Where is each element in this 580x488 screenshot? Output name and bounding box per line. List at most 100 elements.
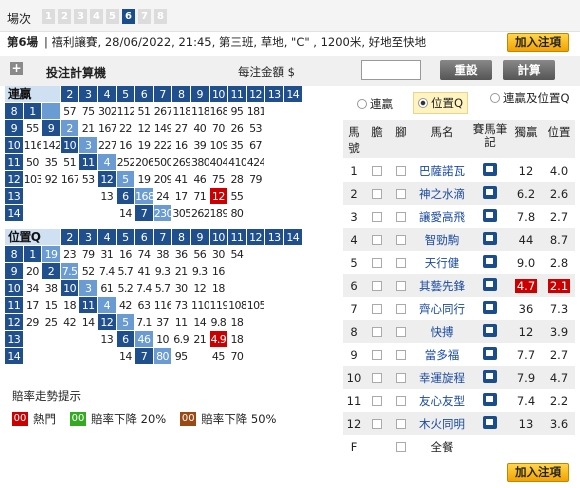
odds-cell[interactable]: 52 — [79, 263, 98, 280]
runner-name[interactable]: 快搏 — [413, 324, 471, 340]
odds-cell[interactable]: 20 — [23, 263, 43, 280]
pool-option-place-q[interactable]: 位置Q — [413, 92, 469, 114]
odds-cell[interactable]: 12 — [190, 280, 210, 297]
odds-cell[interactable]: 95 — [228, 103, 247, 120]
odds-cell[interactable]: 5.7 — [116, 263, 136, 280]
odds-cell[interactable]: 41 — [135, 263, 154, 280]
banker-checkbox[interactable] — [372, 395, 382, 406]
runner-name[interactable]: 天行健 — [413, 255, 471, 271]
odds-cell[interactable]: 108 — [228, 297, 247, 314]
odds-cell[interactable]: 142 — [42, 137, 61, 154]
odds-cell[interactable]: 16 — [209, 263, 229, 280]
runner-name[interactable]: 齊心同行 — [413, 301, 471, 317]
form-book-icon[interactable] — [483, 300, 497, 314]
banker-checkbox[interactable] — [372, 280, 382, 291]
odds-cell[interactable]: 11 — [172, 314, 191, 331]
odds-cell[interactable]: 16 — [116, 246, 136, 263]
form-book-icon[interactable] — [483, 415, 497, 429]
odds-cell[interactable]: 45 — [209, 348, 229, 365]
odds-cell[interactable]: 149 — [153, 120, 173, 137]
leg-checkbox[interactable] — [396, 188, 406, 199]
odds-cell[interactable]: 30 — [172, 280, 191, 297]
odds-cell[interactable]: 118 — [172, 103, 191, 120]
odds-cell[interactable]: 40 — [190, 120, 210, 137]
odds-cell[interactable]: 18 — [228, 331, 247, 348]
race-tab-6[interactable]: 6 — [122, 9, 135, 24]
odds-cell[interactable]: 10 — [153, 331, 173, 348]
odds-cell[interactable]: 79 — [246, 171, 266, 188]
leg-checkbox[interactable] — [396, 165, 406, 176]
banker-checkbox[interactable] — [372, 372, 382, 383]
odds-cell[interactable]: 18 — [60, 297, 80, 314]
odds-cell[interactable]: 380 — [190, 154, 210, 171]
odds-cell[interactable]: 42 — [60, 314, 80, 331]
odds-cell[interactable]: 13 — [97, 188, 117, 205]
odds-cell[interactable]: 75 — [209, 171, 229, 188]
runner-name[interactable]: 巴薩諾瓦 — [413, 163, 471, 179]
odds-cell[interactable]: 35 — [228, 137, 247, 154]
odds-cell[interactable]: 209 — [153, 171, 173, 188]
odds-cell[interactable]: 55 — [23, 120, 43, 137]
odds-cell[interactable]: 30 — [209, 246, 229, 263]
odds-cell[interactable]: 35 — [42, 154, 61, 171]
odds-cell[interactable]: 118 — [190, 103, 210, 120]
odds-cell[interactable]: 424 — [246, 154, 266, 171]
odds-cell[interactable]: 19 — [135, 137, 154, 154]
race-tab-4[interactable]: 4 — [90, 9, 103, 24]
runner-name[interactable]: 讓愛高飛 — [413, 209, 471, 225]
leg-checkbox[interactable] — [396, 280, 406, 291]
form-book-icon[interactable] — [483, 392, 497, 406]
odds-cell[interactable]: 12 — [135, 120, 154, 137]
race-tab-1[interactable]: 1 — [42, 9, 55, 24]
odds-cell[interactable]: 41 — [172, 171, 191, 188]
odds-cell[interactable]: 31 — [97, 246, 117, 263]
form-book-icon[interactable] — [483, 323, 497, 337]
odds-cell[interactable]: 63 — [135, 297, 154, 314]
leg-checkbox[interactable] — [396, 418, 406, 429]
odds-cell[interactable]: 51 — [60, 154, 80, 171]
expand-icon[interactable]: + — [10, 62, 23, 75]
runner-name[interactable]: 其藝先鋒 — [413, 278, 471, 294]
odds-cell[interactable]: 109 — [209, 137, 229, 154]
odds-cell[interactable]: 16 — [116, 137, 136, 154]
leg-checkbox[interactable] — [396, 211, 406, 222]
pool-option-both[interactable]: 連贏及位置Q — [490, 92, 570, 105]
odds-cell[interactable]: 6.9 — [172, 331, 191, 348]
odds-cell[interactable]: 262 — [190, 205, 210, 222]
banker-checkbox[interactable] — [372, 165, 382, 176]
odds-cell[interactable]: 73 — [172, 297, 191, 314]
runner-name[interactable]: 友心友型 — [413, 393, 471, 409]
form-book-icon[interactable] — [483, 231, 497, 245]
form-book-icon[interactable] — [483, 162, 497, 176]
odds-cell[interactable]: 29 — [23, 314, 43, 331]
leg-checkbox[interactable] — [396, 349, 406, 360]
odds-cell[interactable]: 51 — [135, 103, 154, 120]
odds-cell[interactable]: 25 — [42, 314, 61, 331]
odds-cell[interactable]: 206 — [135, 154, 154, 171]
odds-cell[interactable]: 46 — [190, 171, 210, 188]
odds-cell[interactable]: 55 — [228, 188, 247, 205]
odds-cell[interactable]: 27 — [172, 120, 191, 137]
banker-checkbox[interactable] — [372, 303, 382, 314]
form-book-icon[interactable] — [483, 254, 497, 268]
race-tab-3[interactable]: 3 — [74, 9, 87, 24]
amount-input[interactable] — [361, 60, 421, 80]
odds-cell[interactable]: 222 — [153, 137, 173, 154]
odds-cell[interactable]: 92 — [42, 171, 61, 188]
banker-checkbox[interactable] — [372, 349, 382, 360]
odds-cell[interactable]: 116 — [153, 297, 173, 314]
odds-cell[interactable]: 189 — [209, 205, 229, 222]
odds-cell[interactable]: 80 — [228, 205, 247, 222]
odds-cell[interactable]: 26 — [228, 120, 247, 137]
odds-cell[interactable]: 53 — [246, 120, 266, 137]
odds-cell[interactable]: 167 — [97, 120, 117, 137]
odds-cell[interactable]: 112 — [116, 103, 136, 120]
leg-checkbox[interactable] — [396, 257, 406, 268]
add-bet-button-top[interactable]: 加入注項 — [507, 33, 569, 52]
banker-checkbox[interactable] — [372, 211, 382, 222]
odds-cell[interactable]: 34 — [23, 280, 43, 297]
leg-checkbox[interactable] — [396, 326, 406, 337]
odds-cell[interactable]: 167 — [60, 171, 80, 188]
odds-cell[interactable]: 53 — [79, 171, 98, 188]
odds-cell[interactable]: 227 — [97, 137, 117, 154]
